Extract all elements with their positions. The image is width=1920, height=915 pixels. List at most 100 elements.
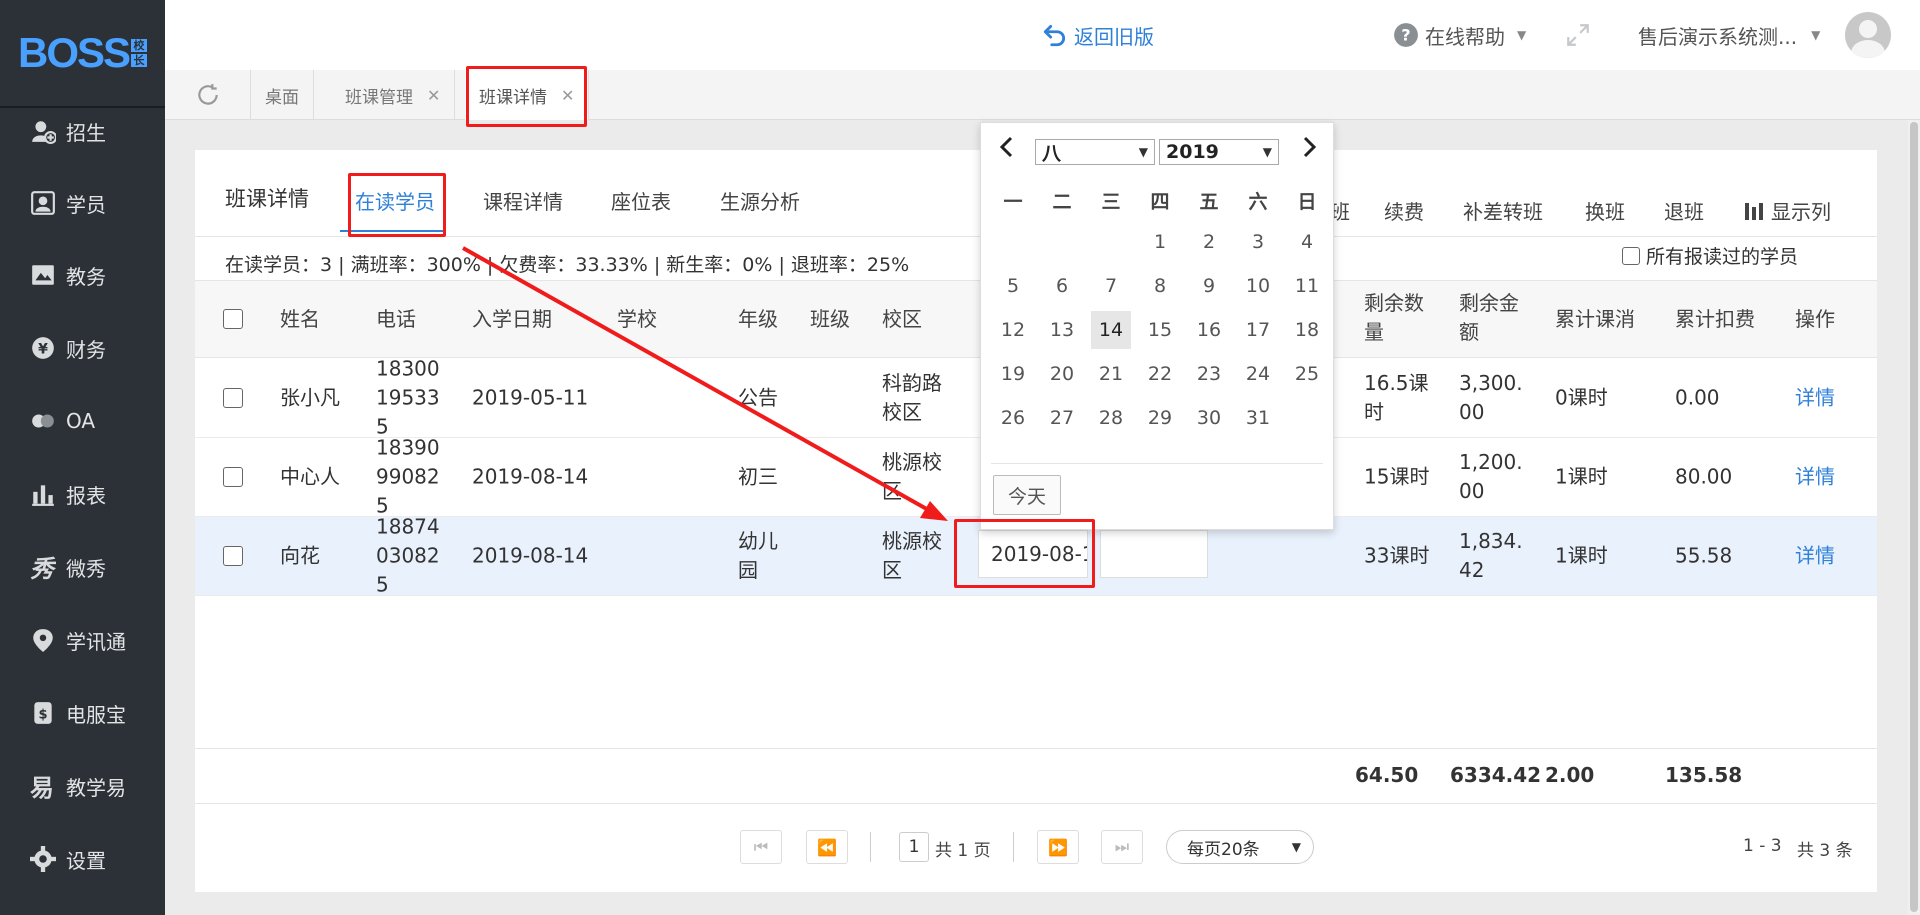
sidebar-item-enroll[interactable]: 招生: [0, 106, 165, 156]
page-number-input[interactable]: 1: [899, 832, 929, 862]
select-all-checkbox[interactable]: [223, 309, 243, 329]
calendar-day[interactable]: 9: [1189, 267, 1229, 305]
next-page-button[interactable]: ⏩: [1037, 830, 1079, 864]
fullscreen-button[interactable]: [1565, 18, 1591, 52]
month-select[interactable]: 八 ▼: [1035, 139, 1155, 165]
sidebar-item-label: 学员: [66, 192, 106, 217]
chevron-down-icon: ▼: [1262, 145, 1272, 159]
sidebar-item-report[interactable]: 报表: [0, 469, 165, 519]
sidebar-item-finance[interactable]: ¥ 财务: [0, 323, 165, 373]
weixiu-icon: 秀: [30, 555, 56, 580]
user-menu[interactable]: 售后演示系统测... ▼: [1638, 18, 1820, 52]
action-leave-class[interactable]: 退班: [1664, 196, 1704, 225]
calendar-day[interactable]: 2: [1189, 223, 1229, 261]
sidebar-item-oa[interactable]: OA: [0, 396, 165, 446]
sidebar-item-gear[interactable]: 设置: [0, 834, 165, 884]
total-deducted: 135.58: [1665, 763, 1743, 787]
row-checkbox[interactable]: [223, 546, 243, 566]
show-columns-button[interactable]: 显示列: [1743, 196, 1831, 225]
sidebar-item-xuexuntong[interactable]: 学讯通: [0, 615, 165, 665]
svg-text:易: 易: [30, 774, 54, 799]
calendar-day[interactable]: 24: [1238, 355, 1278, 393]
subtab-current-students[interactable]: 在读学员: [355, 186, 435, 215]
cell-action[interactable]: 详情: [1795, 542, 1855, 571]
calendar-day[interactable]: 21: [1091, 355, 1131, 393]
action-transfer-diff[interactable]: 补差转班: [1463, 196, 1543, 225]
page-size-select[interactable]: 每页20条 ▼: [1166, 830, 1314, 864]
calendar-day[interactable]: 25: [1287, 355, 1327, 393]
tab-desktop[interactable]: 桌面: [251, 70, 314, 120]
tab-class-management[interactable]: 班课管理 ✕: [331, 70, 456, 120]
year-select[interactable]: 2019 ▼: [1159, 139, 1279, 165]
calendar-day[interactable]: 16: [1189, 311, 1229, 349]
scrollbar-thumb[interactable]: [1910, 122, 1918, 912]
row-checkbox[interactable]: [223, 388, 243, 408]
tab-class-detail[interactable]: 班课详情 ✕: [465, 70, 590, 120]
calendar-day[interactable]: 19: [993, 355, 1033, 393]
calendar-day[interactable]: 26: [993, 399, 1033, 437]
close-icon[interactable]: ✕: [427, 86, 440, 105]
cell-name: 向花: [280, 543, 320, 568]
cell-phone: 18874030825: [376, 514, 440, 597]
cell-remaining-amt: 3,300.00: [1459, 371, 1523, 424]
sidebar-item-dianfubao[interactable]: $ 电服宝: [0, 688, 165, 738]
calendar-day[interactable]: 23: [1189, 355, 1229, 393]
student-icon: [31, 191, 55, 215]
next-month-button[interactable]: [1299, 135, 1319, 165]
calendar-day[interactable]: 4: [1287, 223, 1327, 261]
back-old-version-link[interactable]: 返回旧版: [1042, 18, 1154, 52]
cell-action[interactable]: 详情: [1795, 384, 1855, 413]
sidebar-item-jiaoxueyi[interactable]: 易教学易: [0, 761, 165, 811]
action-renew[interactable]: 续费: [1384, 196, 1424, 225]
calendar-day[interactable]: 22: [1140, 355, 1180, 393]
subtab-seat-chart[interactable]: 座位表: [611, 186, 671, 215]
calendar-day[interactable]: 1: [1140, 223, 1180, 261]
refresh-button[interactable]: [165, 70, 251, 120]
calendar-day[interactable]: 10: [1238, 267, 1278, 305]
record-total: 共 3 条: [1797, 841, 1853, 861]
first-page-button[interactable]: ⏮: [740, 830, 782, 864]
calendar-day[interactable]: 3: [1238, 223, 1278, 261]
calendar-day[interactable]: 11: [1287, 267, 1327, 305]
calendar-day[interactable]: 7: [1091, 267, 1131, 305]
calendar-day[interactable]: 12: [993, 311, 1033, 349]
calendar-day[interactable]: 14: [1091, 311, 1131, 349]
action-change-class[interactable]: 换班: [1585, 196, 1625, 225]
subtab-source-analysis[interactable]: 生源分析: [720, 186, 800, 215]
today-button[interactable]: 今天: [993, 475, 1061, 515]
calendar-day[interactable]: 18: [1287, 311, 1327, 349]
avatar[interactable]: [1845, 12, 1891, 58]
sidebar-item-weixiu[interactable]: 秀微秀: [0, 542, 165, 592]
calendar-day[interactable]: 13: [1042, 311, 1082, 349]
calendar-day[interactable]: 31: [1238, 399, 1278, 437]
last-page-button[interactable]: ⏭: [1101, 830, 1143, 864]
calendar-day[interactable]: 5: [993, 267, 1033, 305]
calendar-day[interactable]: 15: [1140, 311, 1180, 349]
cell-remaining-amt: 1,834.42: [1459, 529, 1523, 582]
calendar-day[interactable]: 8: [1140, 267, 1180, 305]
date-input-start[interactable]: 2019-08-1: [978, 530, 1088, 578]
calendar-day[interactable]: 29: [1140, 399, 1180, 437]
row-checkbox[interactable]: [223, 467, 243, 487]
calendar-day[interactable]: 28: [1091, 399, 1131, 437]
sidebar-item-label: 设置: [66, 848, 106, 873]
prev-page-button[interactable]: ⏪: [806, 830, 848, 864]
calendar-day[interactable]: 6: [1042, 267, 1082, 305]
calendar-day[interactable]: 17: [1238, 311, 1278, 349]
sidebar-item-academic[interactable]: 教务: [0, 250, 165, 300]
date-input-end[interactable]: [1100, 530, 1208, 578]
online-help-menu[interactable]: ? 在线帮助 ▼: [1393, 18, 1526, 52]
prev-month-button[interactable]: [997, 135, 1017, 165]
all-students-toggle[interactable]: 所有报读过的学员: [1622, 242, 1798, 269]
sidebar-item-student[interactable]: 学员: [0, 178, 165, 228]
refresh-icon: [197, 84, 218, 105]
cell-remaining-qty: 16.5课时: [1364, 371, 1429, 424]
calendar-day[interactable]: 20: [1042, 355, 1082, 393]
subtab-course-detail[interactable]: 课程详情: [483, 186, 563, 215]
app-logo[interactable]: BOSS 校 长: [0, 0, 165, 108]
calendar-day[interactable]: 30: [1189, 399, 1229, 437]
all-students-checkbox[interactable]: [1622, 246, 1640, 265]
close-icon[interactable]: ✕: [561, 86, 574, 105]
cell-action[interactable]: 详情: [1795, 463, 1855, 492]
calendar-day[interactable]: 27: [1042, 399, 1082, 437]
